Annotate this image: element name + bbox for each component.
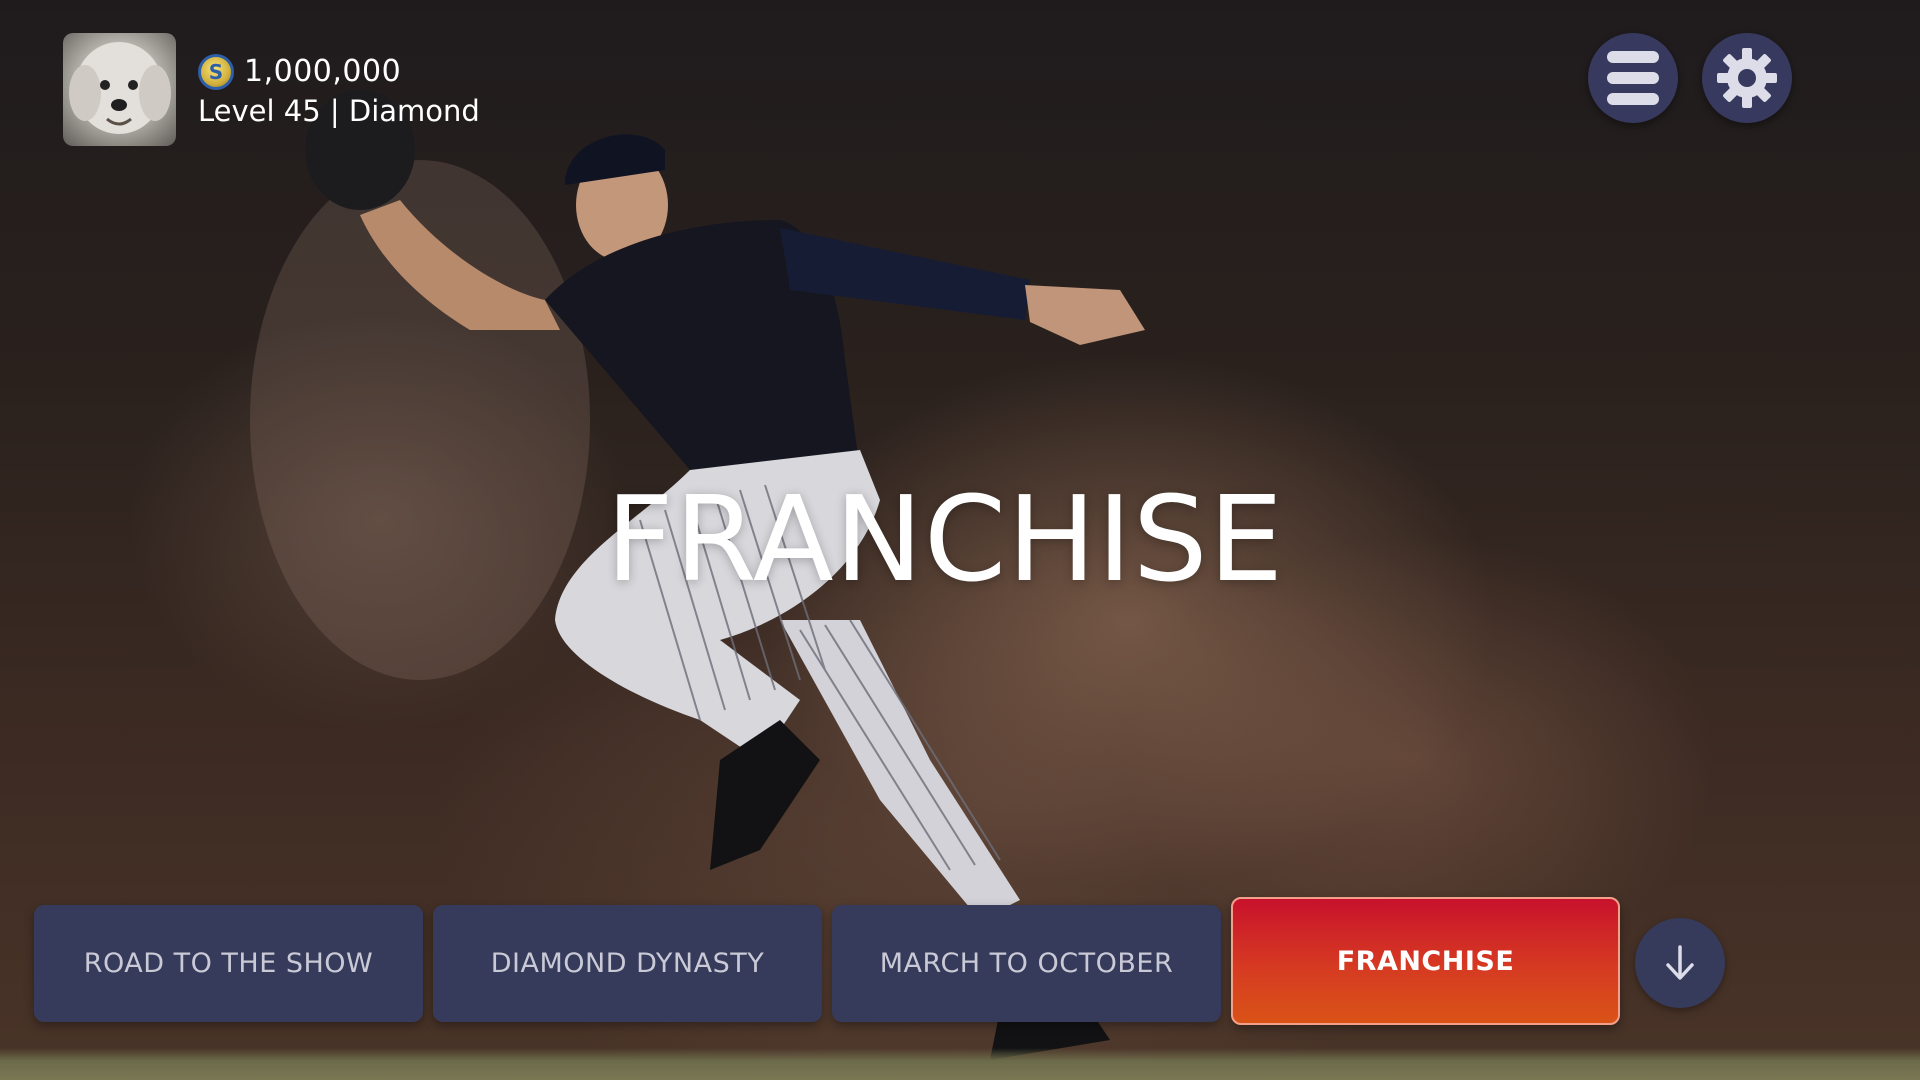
mode-franchise-button[interactable]: FRANCHISE	[1231, 897, 1620, 1025]
mode-road-to-the-show-button[interactable]: ROAD TO THE SHOW	[34, 904, 423, 1022]
field-grass	[0, 1048, 1920, 1080]
player-level: Level 45 | Diamond	[198, 93, 480, 128]
menu-button[interactable]	[1588, 33, 1678, 123]
mode-march-to-october-button[interactable]: MARCH TO OCTOBER	[832, 904, 1221, 1022]
hamburger-menu-icon	[1607, 51, 1659, 105]
settings-button[interactable]	[1702, 33, 1792, 123]
dog-avatar-icon[interactable]	[63, 33, 176, 146]
scroll-down-button[interactable]	[1635, 918, 1725, 1008]
main-menu-screen: S 1,000,000 Level 45 | Diamond FRANCHISE…	[0, 0, 1920, 1080]
mode-selector: ROAD TO THE SHOW DIAMOND DYNASTY MARCH T…	[34, 897, 1725, 1025]
mode-title: FRANCHISE	[605, 470, 1285, 608]
mode-diamond-dynasty-button[interactable]: DIAMOND DYNASTY	[433, 904, 822, 1022]
arrow-down-icon	[1666, 945, 1694, 980]
coin-balance: 1,000,000	[244, 54, 402, 89]
gear-icon	[1717, 48, 1777, 108]
stubs-coin-icon: S	[198, 53, 234, 90]
player-profile[interactable]: S 1,000,000 Level 45 | Diamond	[63, 33, 480, 146]
